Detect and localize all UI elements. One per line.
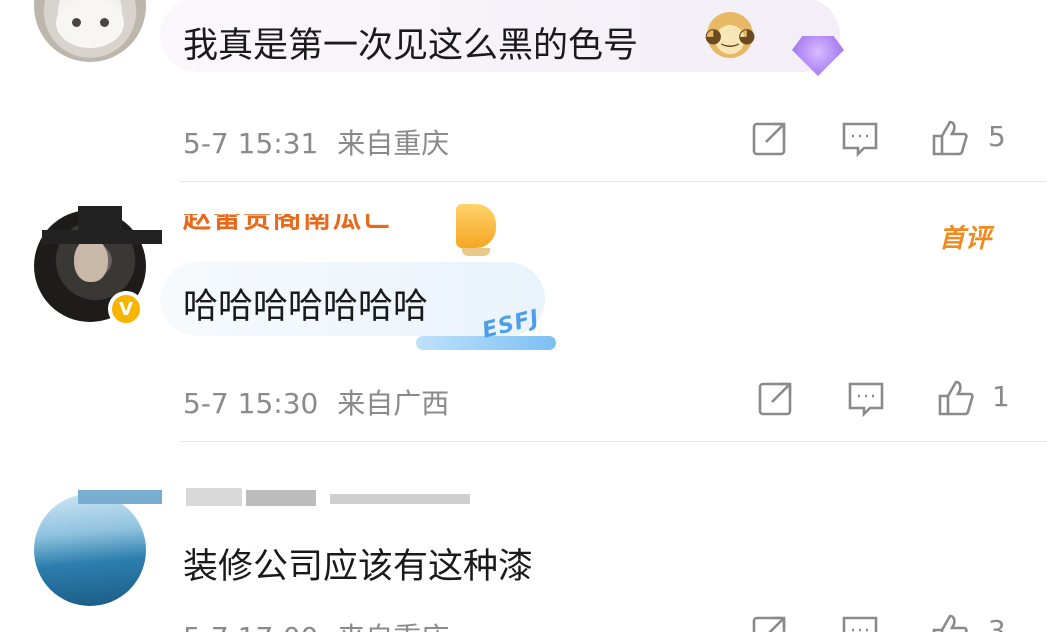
redaction-block	[42, 230, 162, 244]
comment-text: 装修公司应该有这种漆	[183, 547, 534, 587]
share-icon[interactable]	[750, 118, 790, 158]
comment-text: 哈哈哈哈哈哈哈	[183, 287, 429, 327]
comment-meta: 5-7 15:31 来自重庆	[183, 122, 449, 162]
comment-location: 来自重庆	[337, 127, 450, 160]
name-badge-icon	[456, 204, 496, 256]
redaction-block	[186, 488, 242, 506]
like-icon[interactable]	[930, 118, 970, 158]
doge-emoji-icon: ◕‿◕	[705, 12, 756, 58]
comment-location: 来自广西	[337, 387, 450, 420]
comment-time: 5-7 15:30	[183, 387, 319, 420]
comment-location: 来自重庆	[337, 621, 449, 632]
esfj-badge: ESFJ	[416, 302, 560, 354]
avatar[interactable]	[34, 0, 146, 62]
comment-time: 5-7 15:31	[183, 127, 319, 160]
redaction-block	[330, 494, 470, 504]
redaction-block	[246, 490, 316, 506]
avatar-cat-face	[56, 0, 124, 48]
comment-icon[interactable]	[840, 118, 880, 158]
like-icon[interactable]	[930, 612, 970, 632]
like-icon[interactable]	[936, 378, 976, 418]
comment-actions: 3	[750, 612, 1010, 632]
comment-item: V 赵雷贵阁南瓜ㄈ 首评 哈哈哈哈哈哈哈 ESFJ 5-7 15:30 来自广西…	[0, 182, 1047, 442]
comment-meta: 5-7 17:00 来自重庆	[183, 616, 449, 632]
redaction-block	[78, 490, 162, 504]
like-count: 1	[992, 380, 1010, 413]
avatar[interactable]	[34, 494, 146, 606]
verified-icon: V	[108, 291, 144, 327]
comment-item: 装修公司应该有这种漆 5-7 17:00 来自重庆 3	[0, 442, 1047, 632]
share-icon[interactable]	[750, 612, 790, 632]
first-comment-tag: 首评	[938, 224, 991, 254]
avatar-eye	[72, 18, 81, 27]
comment-icon[interactable]	[840, 612, 880, 632]
avatar-face	[74, 238, 108, 282]
share-icon[interactable]	[756, 378, 796, 418]
like-count: 3	[988, 614, 1006, 632]
like-count: 5	[988, 120, 1006, 153]
comment-actions: 5	[750, 118, 1010, 158]
comment-text: 我真是第一次见这么黑的色号	[183, 26, 639, 66]
comment-icon[interactable]	[846, 378, 886, 418]
comment-time: 5-7 17:00	[183, 621, 318, 632]
username[interactable]: 赵雷贵阁南瓜ㄈ	[183, 214, 393, 236]
comment-meta: 5-7 15:30 来自广西	[183, 382, 449, 422]
comment-actions: 1	[756, 378, 1016, 418]
comment-item: 我真是第一次见这么黑的色号 ◕‿◕ 5-7 15:31 来自重庆 5	[0, 0, 1047, 182]
avatar-eye	[100, 18, 109, 27]
